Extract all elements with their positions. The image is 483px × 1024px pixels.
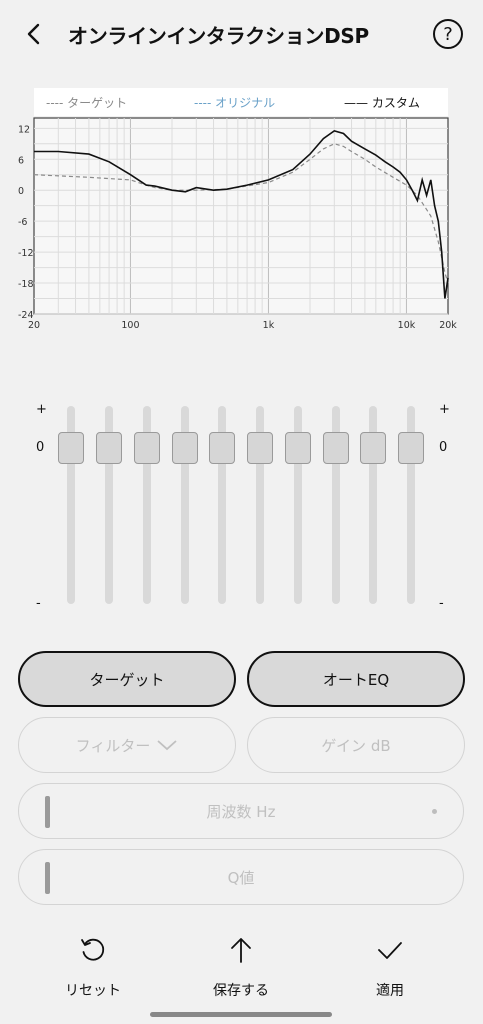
help-icon: ?	[443, 23, 453, 45]
legend-custom: —— カスタム	[344, 96, 420, 110]
slider-thumb[interactable]	[96, 432, 122, 464]
slider-thumb[interactable]	[323, 432, 349, 464]
slider-thumb[interactable]	[209, 432, 235, 464]
save-label: 保存する	[213, 983, 269, 999]
slider-thumb[interactable]	[360, 432, 386, 464]
eq-band-7-slider[interactable]	[285, 406, 311, 606]
x-tick-label: 10k	[398, 320, 416, 331]
eq-band-8-slider[interactable]	[323, 406, 349, 606]
chart-svg: 1260-6-12-18-2420 100 1k 10k 20k	[18, 117, 457, 331]
eq-band-9-slider[interactable]	[360, 406, 386, 606]
chevron-down-icon	[157, 740, 177, 751]
eq-sliders: + 0 - + 0 -	[0, 396, 483, 616]
y-tick-label: -6	[18, 217, 27, 228]
eq-band-6-slider[interactable]	[247, 406, 273, 606]
back-button[interactable]	[18, 18, 50, 50]
y-tick-label: -12	[18, 248, 34, 259]
header: オンラインインタラクションDSP ?	[0, 0, 483, 70]
frequency-label: 周波数 Hz	[206, 802, 276, 821]
eq-zero-label-left: 0	[36, 440, 45, 455]
plot-area	[33, 117, 449, 315]
help-button[interactable]: ?	[433, 19, 463, 49]
legend-original: ---- オリジナル	[194, 96, 276, 110]
save-button[interactable]: 保存する	[186, 930, 296, 1000]
slider-thumb[interactable]	[172, 432, 198, 464]
frequency-slider-handle[interactable]	[45, 796, 50, 828]
page-title: オンラインインタラクションDSP	[68, 24, 369, 48]
frequency-slider-end-dot	[432, 809, 437, 814]
auto-eq-button[interactable]: オートEQ	[247, 651, 465, 707]
eq-minus-label-right: -	[439, 596, 444, 611]
slider-thumb[interactable]	[285, 432, 311, 464]
arrow-up-icon	[231, 938, 251, 963]
target-button[interactable]: ターゲット	[18, 651, 236, 707]
q-slider-handle[interactable]	[45, 862, 50, 894]
home-indicator	[150, 1012, 332, 1017]
filter-label: フィルター	[75, 736, 151, 755]
q-label: Q値	[227, 868, 255, 887]
reset-button[interactable]: リセット	[38, 930, 148, 1000]
reset-label: リセット	[65, 983, 121, 999]
frequency-slider[interactable]: 周波数 Hz	[18, 783, 464, 839]
slider-thumb[interactable]	[247, 432, 273, 464]
y-tick-label: 6	[18, 155, 24, 166]
y-tick-label: 0	[18, 186, 24, 197]
reset-icon	[81, 938, 105, 961]
chart-legend: ---- ターゲット ---- オリジナル —— カスタム	[34, 88, 448, 116]
bottom-action-bar: リセット 保存する 適用	[0, 930, 483, 1024]
eq-plus-label-left: +	[36, 402, 47, 417]
eq-band-3-slider[interactable]	[134, 406, 160, 606]
slider-thumb[interactable]	[134, 432, 160, 464]
eq-band-5-slider[interactable]	[209, 406, 235, 606]
x-tick-label: 100	[121, 320, 139, 331]
eq-plus-label-right: +	[439, 402, 450, 417]
apply-button[interactable]: 適用	[335, 930, 445, 1000]
eq-minus-label-left: -	[36, 596, 41, 611]
apply-label: 適用	[376, 983, 404, 999]
filter-dropdown[interactable]: フィルター	[18, 717, 236, 773]
y-tick-label: 12	[18, 124, 30, 135]
eq-band-10-slider[interactable]	[398, 406, 424, 606]
frequency-response-chart: 12 6 0 -6 -12 -18 -24 20 100 1k 10k 20k ---- ターゲット …	[0, 82, 483, 342]
x-tick-label: 20k	[439, 320, 457, 331]
slider-thumb[interactable]	[398, 432, 424, 464]
eq-band-1-slider[interactable]	[58, 406, 84, 606]
y-tick-label: -18	[18, 279, 34, 290]
eq-zero-label-right: 0	[439, 440, 448, 455]
chevron-left-icon	[27, 23, 40, 45]
legend-target: ---- ターゲット	[46, 96, 128, 110]
eq-band-4-slider[interactable]	[172, 406, 198, 606]
check-icon	[378, 942, 402, 959]
x-tick-label: 20	[28, 320, 40, 331]
slider-thumb[interactable]	[58, 432, 84, 464]
gain-field[interactable]: ゲイン dB	[247, 717, 465, 773]
q-slider[interactable]: Q値	[18, 849, 464, 905]
eq-band-2-slider[interactable]	[96, 406, 122, 606]
x-tick-label: 1k	[263, 320, 275, 331]
